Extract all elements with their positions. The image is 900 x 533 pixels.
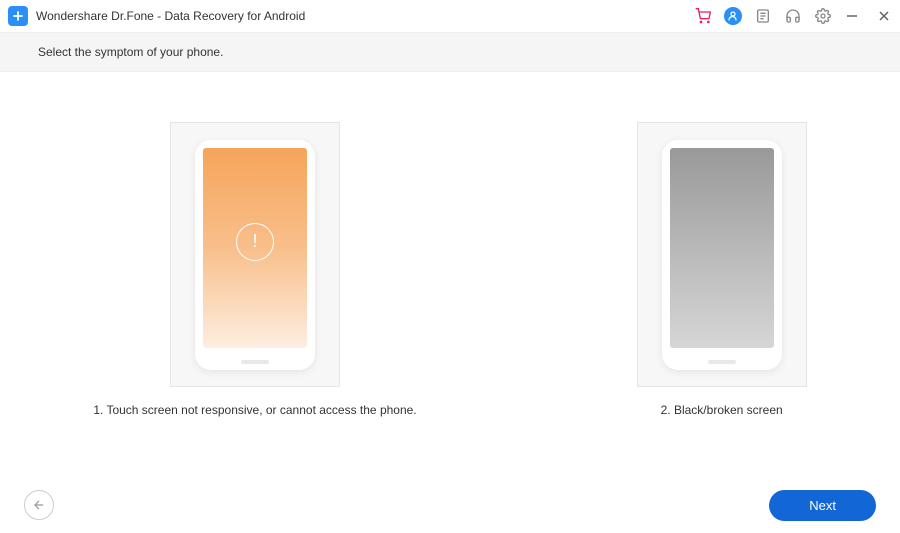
back-button[interactable] <box>24 490 54 520</box>
phone-screen-gray <box>670 148 774 348</box>
phone-screen-orange: ! <box>203 148 307 348</box>
option1-label: 1. Touch screen not responsive, or canno… <box>93 403 416 417</box>
footer: Next <box>0 477 900 533</box>
option-black-broken-screen[interactable]: 2. Black/broken screen <box>637 122 807 417</box>
options-container: ! 1. Touch screen not responsive, or can… <box>0 72 900 417</box>
titlebar: Wondershare Dr.Fone - Data Recovery for … <box>0 0 900 32</box>
app-logo <box>8 6 28 26</box>
phone-mock-1: ! <box>195 140 315 370</box>
phone-mock-2 <box>662 140 782 370</box>
support-icon[interactable] <box>784 7 802 25</box>
window-controls <box>844 8 892 24</box>
instruction-text: Select the symptom of your phone. <box>0 32 900 72</box>
cart-icon[interactable] <box>694 7 712 25</box>
app-title: Wondershare Dr.Fone - Data Recovery for … <box>36 9 305 23</box>
option2-label: 2. Black/broken screen <box>661 403 783 417</box>
settings-icon[interactable] <box>814 7 832 25</box>
next-button[interactable]: Next <box>769 490 876 521</box>
alert-icon: ! <box>236 223 274 261</box>
titlebar-actions <box>694 7 832 25</box>
phone-card-1: ! <box>170 122 340 387</box>
feedback-icon[interactable] <box>754 7 772 25</box>
phone-card-2 <box>637 122 807 387</box>
user-icon[interactable] <box>724 7 742 25</box>
minimize-button[interactable] <box>844 8 860 24</box>
close-button[interactable] <box>876 8 892 24</box>
option-touch-not-responsive[interactable]: ! 1. Touch screen not responsive, or can… <box>93 122 416 417</box>
